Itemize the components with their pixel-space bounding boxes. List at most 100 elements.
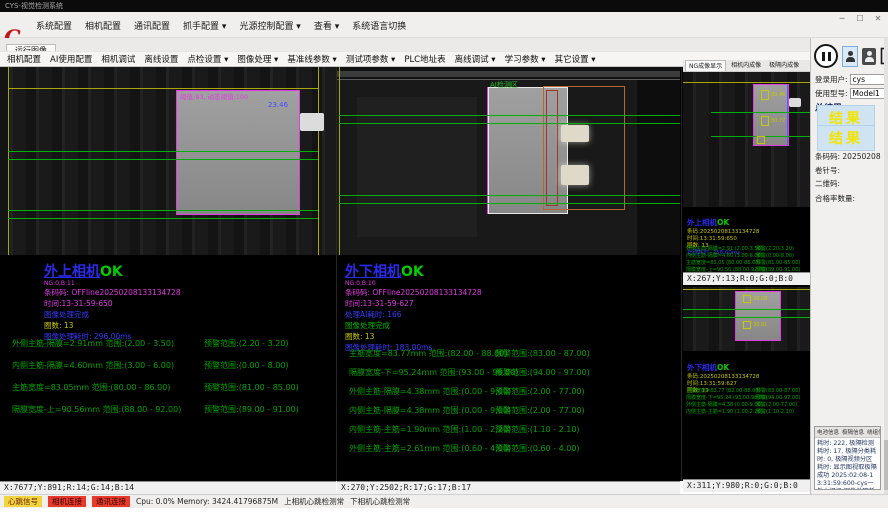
menu-light-config[interactable]: 光源控制配置 ▾ bbox=[239, 19, 300, 32]
scrollbar-thumb[interactable] bbox=[884, 440, 888, 490]
menu-comm-config[interactable]: 通讯配置 bbox=[134, 19, 170, 32]
login-user-input[interactable] bbox=[850, 74, 888, 85]
tool-learning-params[interactable]: 学习参数 ▾ bbox=[505, 53, 546, 65]
thumb2-viewport: 30.08 30.91 bbox=[683, 287, 810, 351]
defect-box bbox=[757, 136, 765, 144]
model-input[interactable] bbox=[850, 88, 888, 99]
menu-language-switch[interactable]: 系统语言切换 bbox=[352, 19, 406, 32]
minimize-icon[interactable]: ─ bbox=[836, 14, 848, 23]
tool-baseline-params[interactable]: 基准线参数 ▾ bbox=[287, 53, 336, 65]
mid-camera-result: OK bbox=[401, 264, 424, 280]
tool-plc-address[interactable]: PLC地址表 bbox=[404, 53, 445, 65]
thumbnail-panel-1: 30.46 30.77 外上相机OK 条码:20250208133134728 … bbox=[683, 72, 810, 272]
pass-rate-row: 合格率数量: bbox=[815, 193, 884, 204]
measurement-warn: 预警范围:(2.00 - 77.00) bbox=[495, 387, 585, 396]
measurement-value: 内侧主筋-主筋=1.90mm 范围:(1.00 - 2.20) bbox=[349, 424, 495, 435]
thumb1-viewport: 30.46 30.77 bbox=[683, 72, 810, 207]
barcode-row: 条码码: 20250208 bbox=[815, 151, 884, 162]
tab-row: 运行图像 bbox=[0, 38, 810, 51]
thumb-measure-row: 隔膜宽度-下=95.24 (93.00-98.00)预警(94.00-97.00… bbox=[686, 394, 810, 401]
tool-test-params[interactable]: 测试项参数 ▾ bbox=[346, 53, 395, 65]
title-bar: CYS-视觉检测系统 bbox=[0, 0, 888, 12]
defect-box bbox=[761, 116, 769, 126]
thumb2-coords-bar: X:311;Y:980;R:0;G:0;B:0 bbox=[683, 479, 810, 492]
tool-ai-usage-config[interactable]: AI使用配置 bbox=[50, 53, 92, 65]
thumbnail-tabs: NG成像显示 相机内成像 极隔内成像 bbox=[683, 60, 810, 72]
menu-gripper-config[interactable]: 抓手配置 ▾ bbox=[183, 19, 226, 32]
measurement-row: 内侧主筋-隔膜=4.60mm 范围:(3.00 - 6.00)预警范围:(0.0… bbox=[12, 360, 334, 371]
stats-tab-separator[interactable]: 极隔信息 bbox=[842, 428, 864, 436]
operator-button[interactable] bbox=[842, 46, 858, 67]
tool-spotcheck-setting[interactable]: 点检设置 ▾ bbox=[187, 53, 228, 65]
ai-zone-label: AI检测区 bbox=[490, 80, 518, 90]
stats-box: 电池信息 极隔信息 绕组信息 耗时: 222, 极隔检测耗时: 17, 极隔分类… bbox=[814, 426, 881, 490]
tool-image-processing[interactable]: 图像处理 ▾ bbox=[237, 53, 278, 65]
menu-system-config[interactable]: 系统配置 bbox=[36, 19, 72, 32]
tool-offline-setting[interactable]: 离线设置 bbox=[144, 53, 178, 65]
mid-status: 图像处理完成 bbox=[345, 320, 680, 331]
measurement-value: 内侧主筋-隔膜=4.38mm 范围:(0.00 - 9.00) bbox=[349, 405, 495, 416]
measurement-value: 隔膜宽度-上=90.56mm 范围:(88.00 - 92.00) bbox=[12, 404, 204, 415]
measurement-value: 外侧主筋-隔膜=2.91 (2.00-3.50) bbox=[686, 245, 756, 252]
measurement-warn: 预警范围:(1.10 - 2.10) bbox=[495, 425, 580, 434]
measurement-value: 内侧主筋-隔膜=4.60mm 范围:(3.00 - 6.00) bbox=[12, 360, 204, 371]
control-buttons bbox=[814, 44, 888, 68]
measure-line bbox=[8, 218, 318, 219]
defect-box bbox=[743, 321, 751, 329]
connector-tab bbox=[789, 98, 801, 107]
right-scrollbar[interactable] bbox=[884, 38, 888, 494]
measurement-value: 外侧主筋-隔膜=4.38 (0.00-9.00) bbox=[686, 401, 756, 408]
defect-label: 30.08 bbox=[753, 296, 767, 302]
threshold-overlay: 阈值:93, 动态阈值:100 bbox=[180, 91, 248, 101]
measure-line bbox=[683, 309, 810, 310]
value-overlay: 23.46 bbox=[268, 101, 288, 109]
login-user-row: 登录用户: bbox=[815, 74, 884, 85]
menu-items: 系统配置 相机配置 通讯配置 抓手配置 ▾ 光源控制配置 ▾ 查看 ▾ 系统语言… bbox=[36, 12, 406, 38]
model-label: 使用型号: bbox=[815, 88, 848, 99]
close-icon[interactable]: ✕ bbox=[872, 14, 884, 23]
measurement-warn: 预警范围:(94.00 - 97.00) bbox=[495, 368, 590, 377]
left-status: 图像处理完成 bbox=[44, 309, 336, 320]
mid-camera-info: 外下相机OK NG:0,B:10 条码码: OFFline20250208133… bbox=[345, 261, 680, 353]
measurement-value: 外侧主筋-隔膜=2.91mm 范围:(2.00 - 3.50) bbox=[12, 338, 204, 349]
maximize-icon[interactable]: ☐ bbox=[854, 14, 866, 23]
measurement-row: 主筋宽度=83.05mm 范围:(80.00 - 86.00)预警范围:(81.… bbox=[12, 382, 334, 393]
tab-separator-image[interactable]: 极隔内成像 bbox=[766, 60, 802, 71]
tab-camera-image[interactable]: 相机内成像 bbox=[728, 60, 764, 71]
thumb-measure-row: 外侧主筋-隔膜=4.38 (0.00-9.00)预警(2.00-77.00) bbox=[686, 401, 810, 408]
thumbnail-panel-2: 30.08 30.91 外下相机OK 条码:20250208133134728 … bbox=[683, 287, 810, 479]
tool-offline-debug[interactable]: 离线调试 ▾ bbox=[455, 53, 496, 65]
stats-tab-battery[interactable]: 电池信息 bbox=[817, 428, 839, 436]
measurement-value: 内侧主筋-主筋=1.90 (1.00-2.20) bbox=[686, 408, 756, 415]
mid-camera-panel: AI检测区 外下相机OK NG:0,B:10 条码码: OFFline20250… bbox=[337, 67, 680, 481]
pause-button[interactable] bbox=[814, 44, 838, 68]
tab-ng-image[interactable]: NG成像显示 bbox=[685, 60, 726, 71]
stats-tabs: 电池信息 极隔信息 绕组信息 bbox=[815, 427, 880, 438]
spool-label: 卷针号: bbox=[815, 165, 840, 176]
tool-camera-debug[interactable]: 相机调试 bbox=[101, 53, 135, 65]
left-barcode: 条码码: OFFline20250208133134728 bbox=[44, 287, 336, 298]
measurement-row: 主筋宽度=83.77mm 范围:(82.00 - 88.00)预警范围:(83.… bbox=[349, 348, 678, 359]
mid-camera-viewport: AI检测区 bbox=[337, 67, 680, 255]
admin-button[interactable] bbox=[862, 48, 876, 65]
menu-view[interactable]: 查看 ▾ bbox=[314, 19, 339, 32]
measurement-value: 主筋宽度=83.77 (82.00-88.00) bbox=[686, 387, 756, 394]
tool-other-settings[interactable]: 其它设置 ▾ bbox=[555, 53, 596, 65]
mid-ai-time: 处理AI耗时: 166 bbox=[345, 309, 680, 320]
measurement-warn: 预警范围:(0.00 - 8.00) bbox=[204, 361, 289, 370]
person-icon bbox=[846, 57, 855, 62]
left-time: 时间:13-31-59-650 bbox=[44, 298, 336, 309]
defect-box bbox=[743, 295, 751, 303]
stats-log-text: 耗时: 222, 极隔检测耗时: 17, 极隔分类耗时: 0, 极隔视频分区耗时… bbox=[815, 438, 880, 490]
menu-camera-config[interactable]: 相机配置 bbox=[85, 19, 121, 32]
stats-tab-winding[interactable]: 绕组信息 bbox=[867, 428, 881, 436]
comm-link-badge: 通讯连接 bbox=[92, 496, 130, 507]
measure-line bbox=[8, 210, 318, 211]
measure-line bbox=[339, 123, 680, 124]
measurement-value: 外侧主筋-主筋=2.61mm 范围:(0.60 - 4.00) bbox=[349, 443, 495, 454]
qr-label: 二维码: bbox=[815, 178, 840, 189]
tool-camera-config[interactable]: 相机配置 bbox=[7, 53, 41, 65]
upper-cam-heartbeat-text: 上相机心跳检测常 bbox=[284, 496, 344, 507]
measurement-value: 外侧主筋-隔膜=4.38mm 范围:(0.00 - 9.00) bbox=[349, 386, 495, 397]
measurement-warn: 预警范围:(83.00 - 87.00) bbox=[495, 349, 590, 358]
